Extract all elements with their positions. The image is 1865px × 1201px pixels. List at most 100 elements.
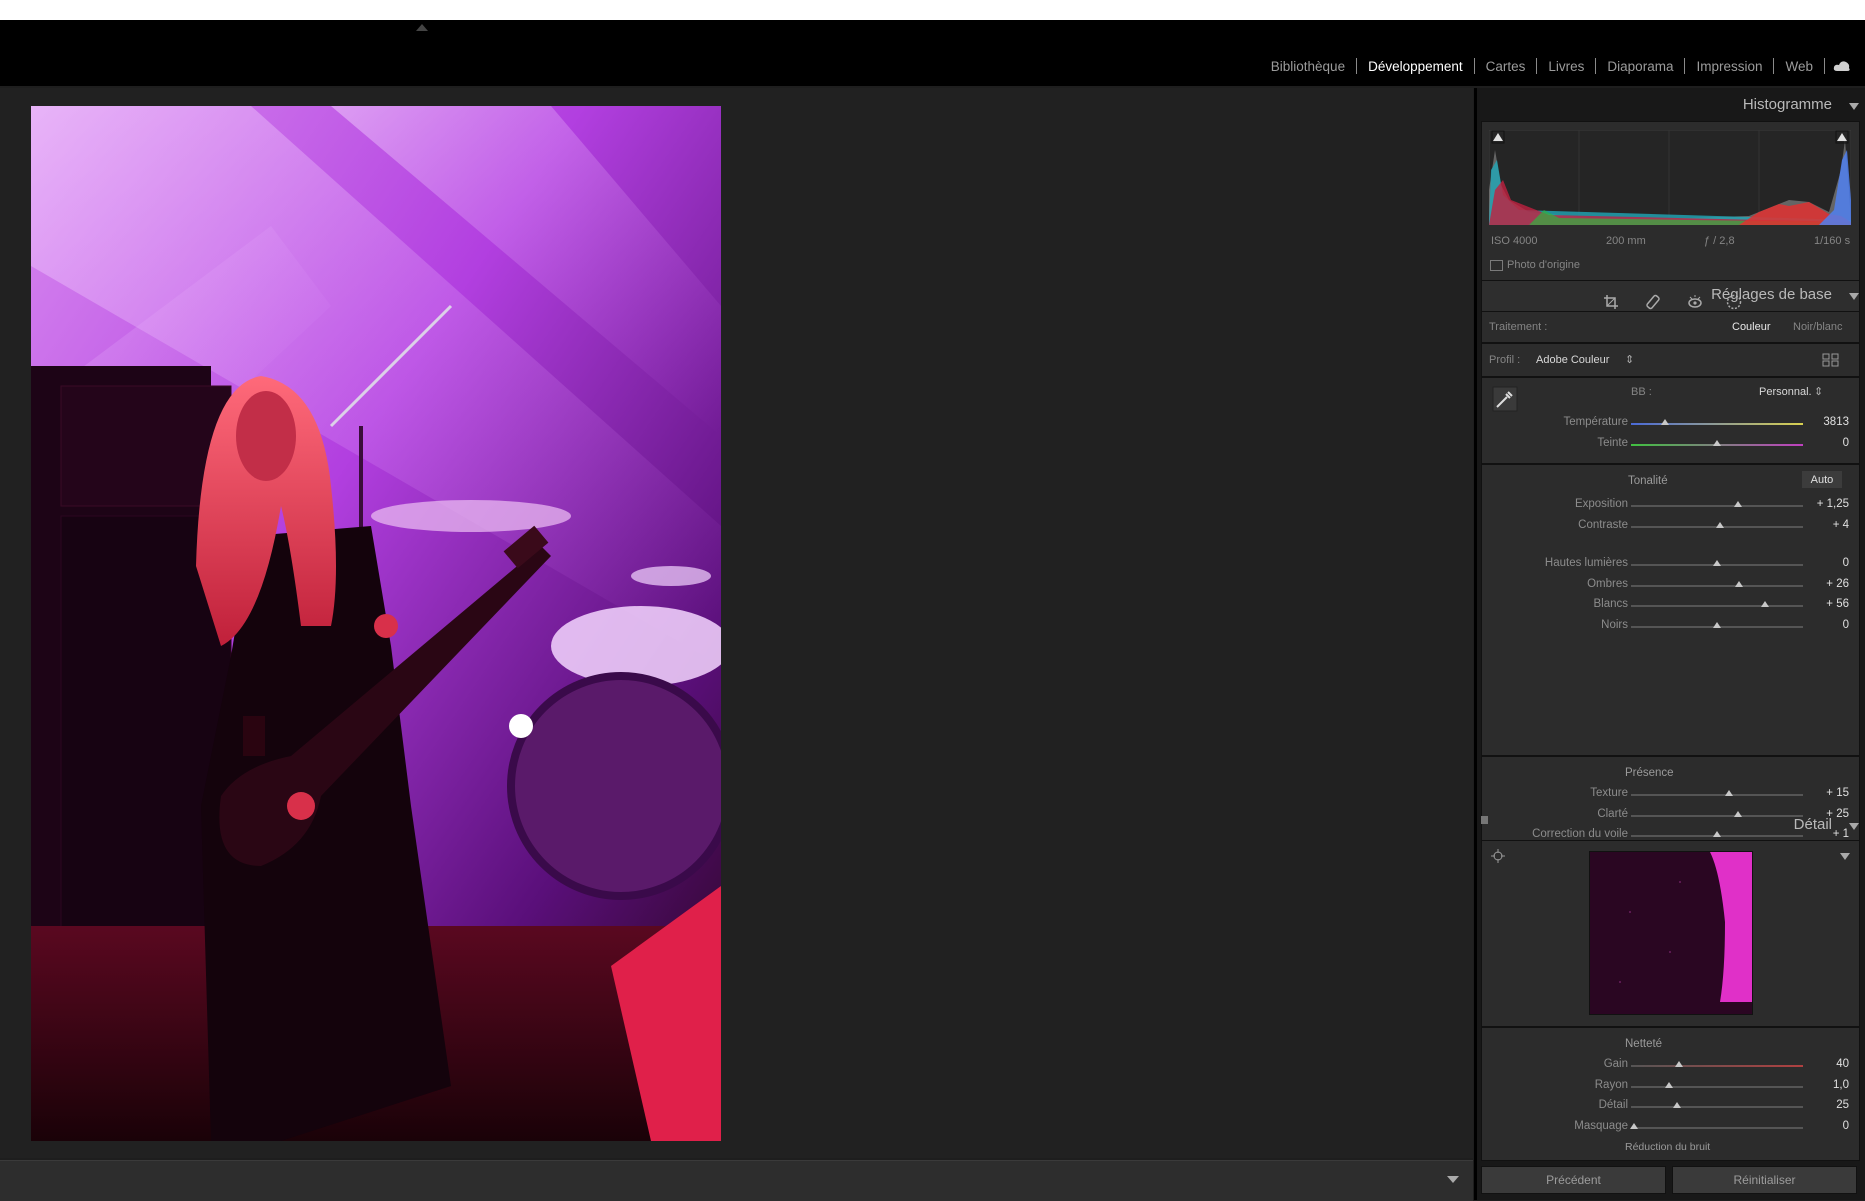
crop-icon[interactable] (1603, 294, 1619, 310)
slider-handle[interactable] (1725, 790, 1734, 796)
slider-label: Texture (1590, 787, 1628, 799)
slider-label: Clarté (1597, 807, 1628, 820)
detail-preview-section (1481, 840, 1860, 1027)
auto-tone-button[interactable]: Auto (1802, 471, 1842, 488)
slider-handle[interactable] (1713, 621, 1721, 628)
slider-handle[interactable] (1713, 560, 1721, 566)
slider-value[interactable]: + 56 (1809, 598, 1849, 610)
wb-label: BB : (1631, 386, 1652, 398)
detail-panel-title[interactable]: Détail (1794, 816, 1832, 833)
slider-handle[interactable] (1630, 1122, 1639, 1129)
treatment-label: Traitement : (1489, 321, 1548, 333)
slider-value[interactable]: + 1,25 (1809, 498, 1849, 510)
slider-track[interactable] (1631, 505, 1803, 507)
module-book[interactable]: Livres (1537, 59, 1595, 74)
slider-handle[interactable] (1716, 521, 1725, 528)
module-develop[interactable]: Développement (1357, 59, 1474, 74)
collapse-top-panel-icon[interactable] (416, 24, 428, 31)
slider-track[interactable] (1631, 1065, 1803, 1067)
slider-value[interactable]: 0 (1809, 619, 1849, 631)
slider-track[interactable] (1631, 814, 1803, 817)
cloud-icon[interactable] (1833, 60, 1851, 72)
profile-row: Profil : Adobe Couleur ⇕ (1481, 343, 1860, 377)
system-topbar (0, 0, 1865, 20)
histogram-collapse-icon[interactable] (1849, 103, 1859, 110)
treatment-bw-button[interactable]: Noir/blanc (1793, 321, 1843, 333)
histogram-graph[interactable] (1489, 130, 1851, 225)
slider-track[interactable] (1631, 794, 1803, 796)
slider-value[interactable]: + 15 (1809, 787, 1849, 799)
slider-value[interactable]: 25 (1809, 1099, 1849, 1111)
wb-select-arrow-icon[interactable]: ⇕ (1814, 385, 1823, 398)
slider-track[interactable] (1631, 584, 1803, 587)
slider-value[interactable]: 0 (1809, 437, 1849, 449)
previous-button[interactable]: Précédent (1481, 1166, 1666, 1194)
slider-label: Contraste (1578, 518, 1628, 531)
slider-value[interactable]: 1,0 (1809, 1079, 1849, 1091)
basic-panel-title[interactable]: Réglages de base (1711, 286, 1832, 303)
filmstrip-toggle-icon[interactable] (1447, 1176, 1459, 1183)
slider-label: Blancs (1593, 598, 1628, 610)
presence-heading: Présence (1625, 767, 1674, 779)
slider-handle[interactable] (1713, 831, 1721, 837)
white-balance-section: BB : Personnal. ⇕ Température 3813 Teinte 0 (1481, 377, 1860, 464)
module-print[interactable]: Impression (1685, 59, 1773, 74)
slider-value[interactable]: 40 (1809, 1058, 1849, 1070)
module-slideshow[interactable]: Diaporama (1596, 59, 1684, 74)
detail-solo-switch[interactable] (1481, 816, 1488, 824)
slider-label: Exposition (1574, 498, 1628, 510)
slider-handle[interactable] (1735, 580, 1744, 587)
histogram-title[interactable]: Histogramme (1743, 96, 1832, 113)
profile-label: Profil : (1489, 354, 1521, 366)
original-photo-checkbox[interactable] (1490, 260, 1503, 271)
detail-target-icon[interactable] (1491, 849, 1505, 863)
slider-handle[interactable] (1664, 1081, 1673, 1088)
basic-collapse-icon[interactable] (1849, 293, 1859, 300)
profile-select[interactable]: Adobe Couleur (1536, 354, 1609, 366)
slider-handle[interactable] (1713, 439, 1721, 446)
module-map[interactable]: Cartes (1475, 59, 1537, 74)
slider-value[interactable]: 0 (1809, 557, 1849, 569)
slider-label: Rayon (1594, 1078, 1628, 1091)
detail-preview-toggle-icon[interactable] (1840, 853, 1850, 860)
profile-select-arrow-icon[interactable]: ⇕ (1625, 353, 1634, 366)
wb-select[interactable]: Personnal. (1759, 386, 1812, 398)
slider-track[interactable] (1631, 1106, 1803, 1108)
treatment-color-button[interactable]: Couleur (1732, 321, 1771, 333)
slider-handle[interactable] (1733, 810, 1742, 817)
slider-handle[interactable] (1761, 601, 1770, 607)
slider-label: Masquage (1574, 1119, 1628, 1132)
wb-eyedropper-icon[interactable] (1492, 386, 1518, 412)
photo-view[interactable] (0, 88, 1473, 1158)
module-picker: Bibliothèque Développement Cartes Livres… (1260, 58, 1851, 74)
slider-label: Température (1563, 416, 1628, 428)
slider-track[interactable] (1631, 605, 1803, 607)
detail-zoom-preview[interactable] (1589, 851, 1753, 1015)
reset-button[interactable]: Réinitialiser (1672, 1166, 1857, 1194)
module-web[interactable]: Web (1774, 59, 1824, 74)
histogram-focal: 200 mm (1606, 235, 1646, 247)
profile-browser-icon[interactable] (1822, 353, 1840, 367)
slider-track[interactable] (1631, 1085, 1803, 1088)
slider-value[interactable]: 3813 (1809, 416, 1849, 428)
slider-label: Détail (1598, 1099, 1628, 1111)
slider-value[interactable]: + 4 (1809, 519, 1849, 531)
histogram-iso: ISO 4000 (1491, 235, 1538, 247)
tone-heading: Tonalité (1628, 475, 1668, 487)
slider-handle[interactable] (1733, 501, 1742, 507)
sharpening-heading: Netteté (1625, 1038, 1663, 1050)
slider-value[interactable]: + 26 (1809, 578, 1849, 590)
right-panel: Histogramme ISO 4000 200 mm ƒ / 2,8 1/16… (1477, 88, 1865, 1200)
slider-handle[interactable] (1675, 1061, 1684, 1067)
noise-reduction-heading: Réduction du bruit (1625, 1141, 1711, 1153)
concert-photo (31, 106, 721, 1141)
slider-track[interactable] (1631, 423, 1803, 425)
slider-value[interactable]: 0 (1809, 1120, 1849, 1132)
module-library[interactable]: Bibliothèque (1260, 59, 1356, 74)
slider-track[interactable] (1631, 1126, 1803, 1129)
slider-handle[interactable] (1673, 1102, 1682, 1108)
healing-brush-icon[interactable] (1645, 294, 1661, 310)
red-eye-icon[interactable] (1687, 294, 1703, 310)
slider-handle[interactable] (1661, 419, 1670, 425)
detail-collapse-icon[interactable] (1849, 823, 1859, 830)
